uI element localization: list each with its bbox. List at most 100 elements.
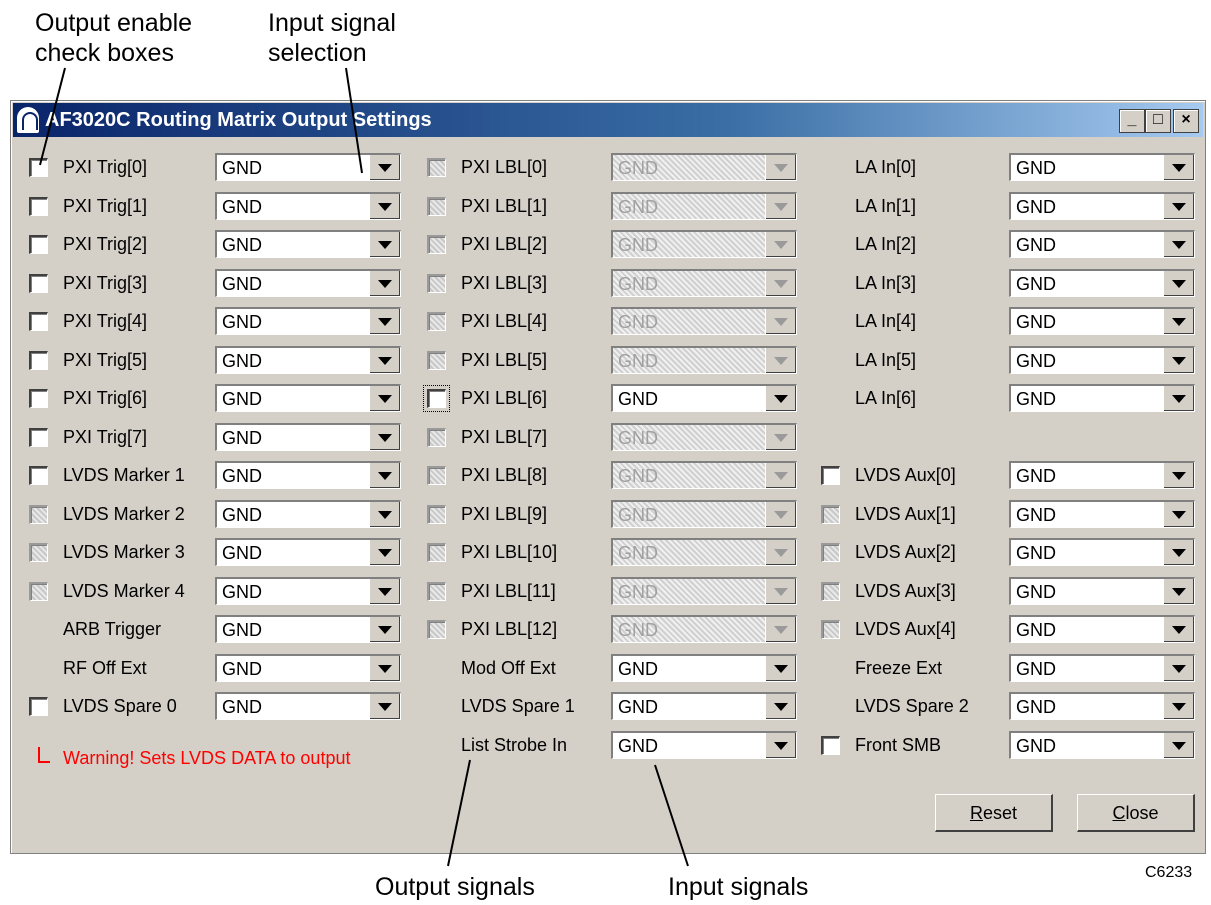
dropdown-arrow-icon[interactable]: [369, 309, 400, 334]
input-signal-select-freeze-ext[interactable]: GND: [1009, 653, 1195, 682]
window-title: AF3020C Routing Matrix Output Settings: [45, 109, 432, 131]
selected-value: GND: [618, 350, 658, 371]
input-signal-select-list-strobe-in[interactable]: GND: [611, 730, 797, 759]
output-signal-label-pxi-lbl-10: PXI LBL[10]: [461, 542, 558, 562]
dropdown-arrow-icon[interactable]: [369, 232, 400, 257]
input-signal-select-lvds-aux-2[interactable]: GND: [1009, 538, 1195, 566]
dropdown-arrow-icon[interactable]: [369, 617, 400, 642]
input-signal-select-lvds-marker-4[interactable]: GND: [215, 576, 401, 605]
output-signal-label-lvds-marker-3: LVDS Marker 3: [63, 542, 185, 562]
input-signal-select-pxi-lbl-6[interactable]: GND: [611, 384, 797, 412]
input-signal-select-pxi-trig-3[interactable]: GND: [215, 268, 401, 297]
dropdown-arrow-icon[interactable]: [369, 501, 400, 527]
dropdown-arrow-icon[interactable]: [1163, 655, 1194, 681]
dropdown-arrow-icon[interactable]: [369, 540, 400, 565]
close-window-button[interactable]: ×: [1173, 109, 1199, 133]
input-signal-select-la-in-1[interactable]: GND: [1009, 191, 1195, 220]
output-enable-checkbox-pxi-trig-0[interactable]: [29, 158, 48, 177]
output-signal-label-la-in-3: LA In[3]: [855, 272, 917, 293]
annotation-line: Output enable: [35, 9, 193, 37]
input-signal-select-lvds-aux-0[interactable]: GND: [1009, 461, 1195, 489]
dropdown-arrow-icon[interactable]: [765, 655, 796, 681]
dropdown-arrow-icon[interactable]: [369, 578, 400, 604]
input-signal-select-lvds-spare-0[interactable]: GND: [215, 692, 401, 720]
output-enable-checkbox-lvds-aux-1: [821, 504, 840, 524]
input-signal-select-pxi-trig-2[interactable]: GND: [215, 230, 401, 258]
dropdown-arrow-icon[interactable]: [1163, 155, 1194, 180]
output-enable-checkbox-lvds-aux-0[interactable]: [821, 466, 840, 485]
dropdown-arrow-icon[interactable]: [369, 155, 400, 180]
input-signal-select-front-smb[interactable]: GND: [1009, 730, 1195, 759]
output-signal-label-pxi-lbl-5: PXI LBL[5]: [461, 349, 548, 370]
close-label: lose: [1125, 803, 1159, 823]
output-enable-checkbox-lvds-spare-0[interactable]: [29, 697, 48, 716]
dropdown-arrow-icon[interactable]: [1163, 617, 1194, 642]
output-signal-label-list-strobe-in: List Strobe In: [461, 734, 568, 755]
output-enable-checkbox-front-smb[interactable]: [821, 735, 840, 755]
reset-button[interactable]: Reset: [935, 794, 1053, 832]
input-signal-select-lvds-aux-4[interactable]: GND: [1009, 615, 1195, 643]
input-signal-select-pxi-lbl-10: GND: [611, 538, 797, 566]
input-signal-select-pxi-trig-6[interactable]: GND: [215, 384, 401, 412]
dropdown-arrow-icon[interactable]: [1163, 694, 1194, 719]
dropdown-arrow-icon[interactable]: [765, 732, 796, 758]
input-signal-select-arb-trigger[interactable]: GND: [215, 615, 401, 643]
dropdown-arrow-icon[interactable]: [369, 347, 400, 373]
input-signal-select-lvds-spare-2[interactable]: GND: [1009, 692, 1195, 720]
input-signal-select-la-in-2[interactable]: GND: [1009, 230, 1195, 258]
output-enable-checkbox-pxi-trig-6[interactable]: [29, 389, 48, 408]
dropdown-arrow-icon[interactable]: [369, 694, 400, 719]
input-signal-select-lvds-marker-1[interactable]: GND: [215, 461, 401, 489]
input-signal-select-lvds-marker-2[interactable]: GND: [215, 499, 401, 528]
dropdown-arrow-icon[interactable]: [1163, 386, 1194, 411]
dropdown-arrow-icon[interactable]: [1163, 540, 1194, 565]
maximize-button[interactable]: □: [1145, 109, 1171, 133]
dropdown-arrow-icon[interactable]: [1163, 578, 1194, 604]
dropdown-arrow-icon[interactable]: [1163, 270, 1194, 296]
input-signal-select-la-in-5[interactable]: GND: [1009, 345, 1195, 374]
dropdown-arrow-icon[interactable]: [1163, 347, 1194, 373]
output-signal-label-pxi-lbl-4: PXI LBL[4]: [461, 311, 548, 331]
input-signal-select-pxi-trig-1[interactable]: GND: [215, 191, 401, 220]
dropdown-arrow-icon[interactable]: [369, 193, 400, 219]
output-signal-label-pxi-lbl-3: PXI LBL[3]: [461, 272, 548, 293]
dropdown-arrow-icon[interactable]: [1163, 309, 1194, 334]
input-signal-select-pxi-trig-0[interactable]: GND: [215, 153, 401, 181]
output-enable-checkbox-pxi-trig-4[interactable]: [29, 312, 48, 331]
output-enable-checkbox-pxi-trig-1[interactable]: [29, 196, 48, 216]
dropdown-arrow-icon[interactable]: [1163, 232, 1194, 257]
output-enable-checkbox-lvds-marker-1[interactable]: [29, 466, 48, 485]
input-signal-select-la-in-6[interactable]: GND: [1009, 384, 1195, 412]
dropdown-arrow-icon[interactable]: [1163, 732, 1194, 758]
dropdown-arrow-icon[interactable]: [1163, 463, 1194, 488]
output-enable-checkbox-pxi-trig-5[interactable]: [29, 350, 48, 370]
dropdown-arrow-icon[interactable]: [765, 694, 796, 719]
input-signal-select-la-in-0[interactable]: GND: [1009, 153, 1195, 181]
input-signal-select-pxi-trig-4[interactable]: GND: [215, 307, 401, 335]
close-button[interactable]: Close: [1077, 794, 1195, 832]
input-signal-select-mod-off-ext[interactable]: GND: [611, 653, 797, 682]
output-enable-checkbox-pxi-lbl-6[interactable]: [423, 385, 450, 412]
input-signal-select-la-in-3[interactable]: GND: [1009, 268, 1195, 297]
input-signal-select-pxi-trig-7[interactable]: GND: [215, 422, 401, 451]
output-enable-checkbox-pxi-trig-7[interactable]: [29, 427, 48, 447]
dropdown-arrow-icon[interactable]: [369, 655, 400, 681]
dropdown-arrow-icon[interactable]: [369, 270, 400, 296]
input-signal-select-la-in-4[interactable]: GND: [1009, 307, 1195, 335]
input-signal-select-lvds-aux-1[interactable]: GND: [1009, 499, 1195, 528]
dropdown-arrow-icon[interactable]: [765, 386, 796, 411]
output-enable-checkbox-pxi-trig-2[interactable]: [29, 235, 48, 254]
dropdown-arrow-icon[interactable]: [369, 463, 400, 488]
input-signal-select-rf-off-ext[interactable]: GND: [215, 653, 401, 682]
dropdown-arrow-icon[interactable]: [369, 386, 400, 411]
title-bar[interactable]: AF3020C Routing Matrix Output Settings _…: [13, 103, 1203, 137]
input-signal-select-lvds-marker-3[interactable]: GND: [215, 538, 401, 566]
dropdown-arrow-icon[interactable]: [1163, 501, 1194, 527]
input-signal-select-lvds-spare-1[interactable]: GND: [611, 692, 797, 720]
dropdown-arrow-icon[interactable]: [369, 424, 400, 450]
input-signal-select-pxi-trig-5[interactable]: GND: [215, 345, 401, 374]
minimize-button[interactable]: _: [1119, 109, 1145, 133]
output-enable-checkbox-pxi-trig-3[interactable]: [29, 273, 48, 293]
input-signal-select-lvds-aux-3[interactable]: GND: [1009, 576, 1195, 605]
dropdown-arrow-icon[interactable]: [1163, 193, 1194, 219]
